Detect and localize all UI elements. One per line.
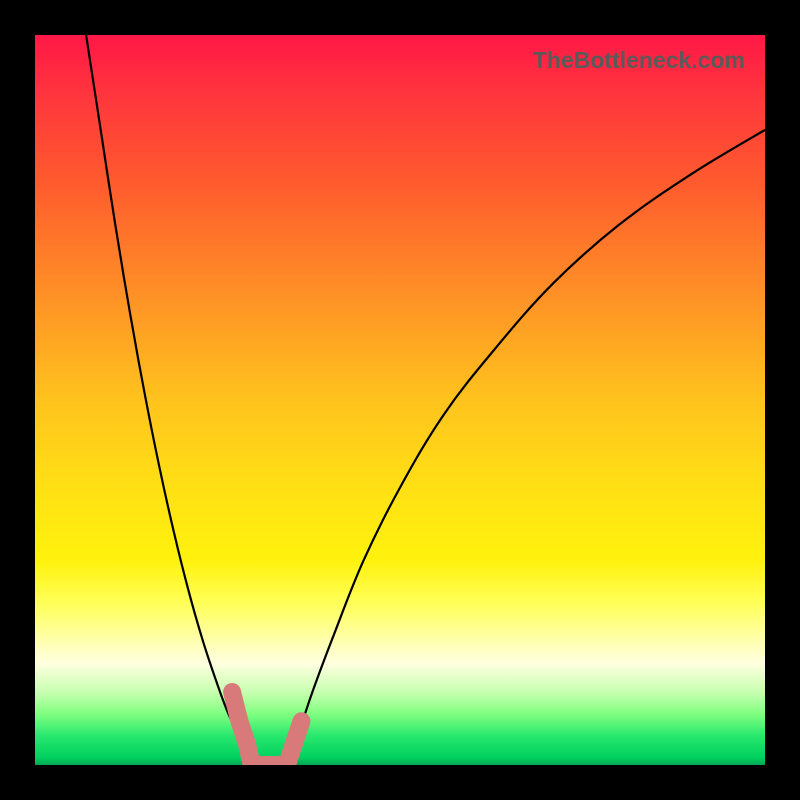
plot-area: TheBottleneck.com: [35, 35, 765, 765]
valley-marker: [232, 692, 301, 765]
curve-right: [287, 130, 765, 765]
chart-frame: TheBottleneck.com: [0, 0, 800, 800]
curve-layer: [35, 35, 765, 765]
curve-left: [86, 35, 252, 765]
watermark-text: TheBottleneck.com: [533, 47, 745, 74]
